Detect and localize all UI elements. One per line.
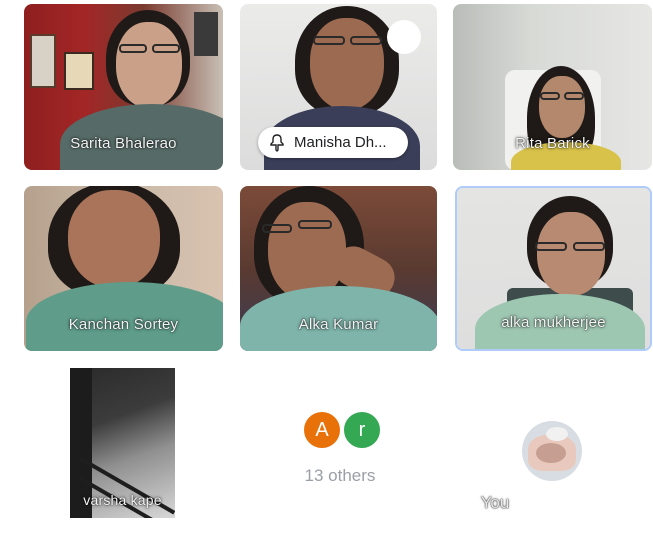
participant-tile-kanchan-sortey[interactable]: Kanchan Sortey xyxy=(24,186,223,351)
pin-icon xyxy=(270,133,284,152)
participant-tile-varsha-kape[interactable]: varsha kape xyxy=(70,368,175,518)
participant-tile-manisha[interactable]: Manisha Dh... xyxy=(240,4,437,170)
participant-tile-sarita-bhalerao[interactable]: Sarita Bhalerao xyxy=(24,4,223,170)
participant-name: Rita Barick xyxy=(515,135,590,152)
participant-name: Alka Kumar xyxy=(298,316,379,333)
participant-tile-alka-mukherjee[interactable]: alka mukherjee xyxy=(455,186,652,351)
self-avatar[interactable] xyxy=(522,421,582,481)
other-avatar-a: A xyxy=(302,410,342,450)
participant-name: alka mukherjee xyxy=(501,314,606,331)
participant-tile-alka-kumar[interactable]: Alka Kumar xyxy=(240,186,437,351)
other-avatar-r: r xyxy=(342,410,382,450)
self-label: You xyxy=(480,493,510,512)
pinned-name-chip[interactable]: Manisha Dh... xyxy=(258,127,408,158)
others-count-label[interactable]: 13 others xyxy=(285,466,395,486)
participant-name: varsha kape xyxy=(83,492,162,508)
participant-name: Kanchan Sortey xyxy=(68,316,179,333)
speaking-indicator xyxy=(387,20,421,54)
participant-name: Sarita Bhalerao xyxy=(70,135,177,152)
others-avatar-group[interactable]: A r xyxy=(302,410,384,450)
participant-name: Manisha Dh... xyxy=(294,134,387,151)
participant-tile-rita-barick[interactable]: Rita Barick xyxy=(453,4,652,170)
